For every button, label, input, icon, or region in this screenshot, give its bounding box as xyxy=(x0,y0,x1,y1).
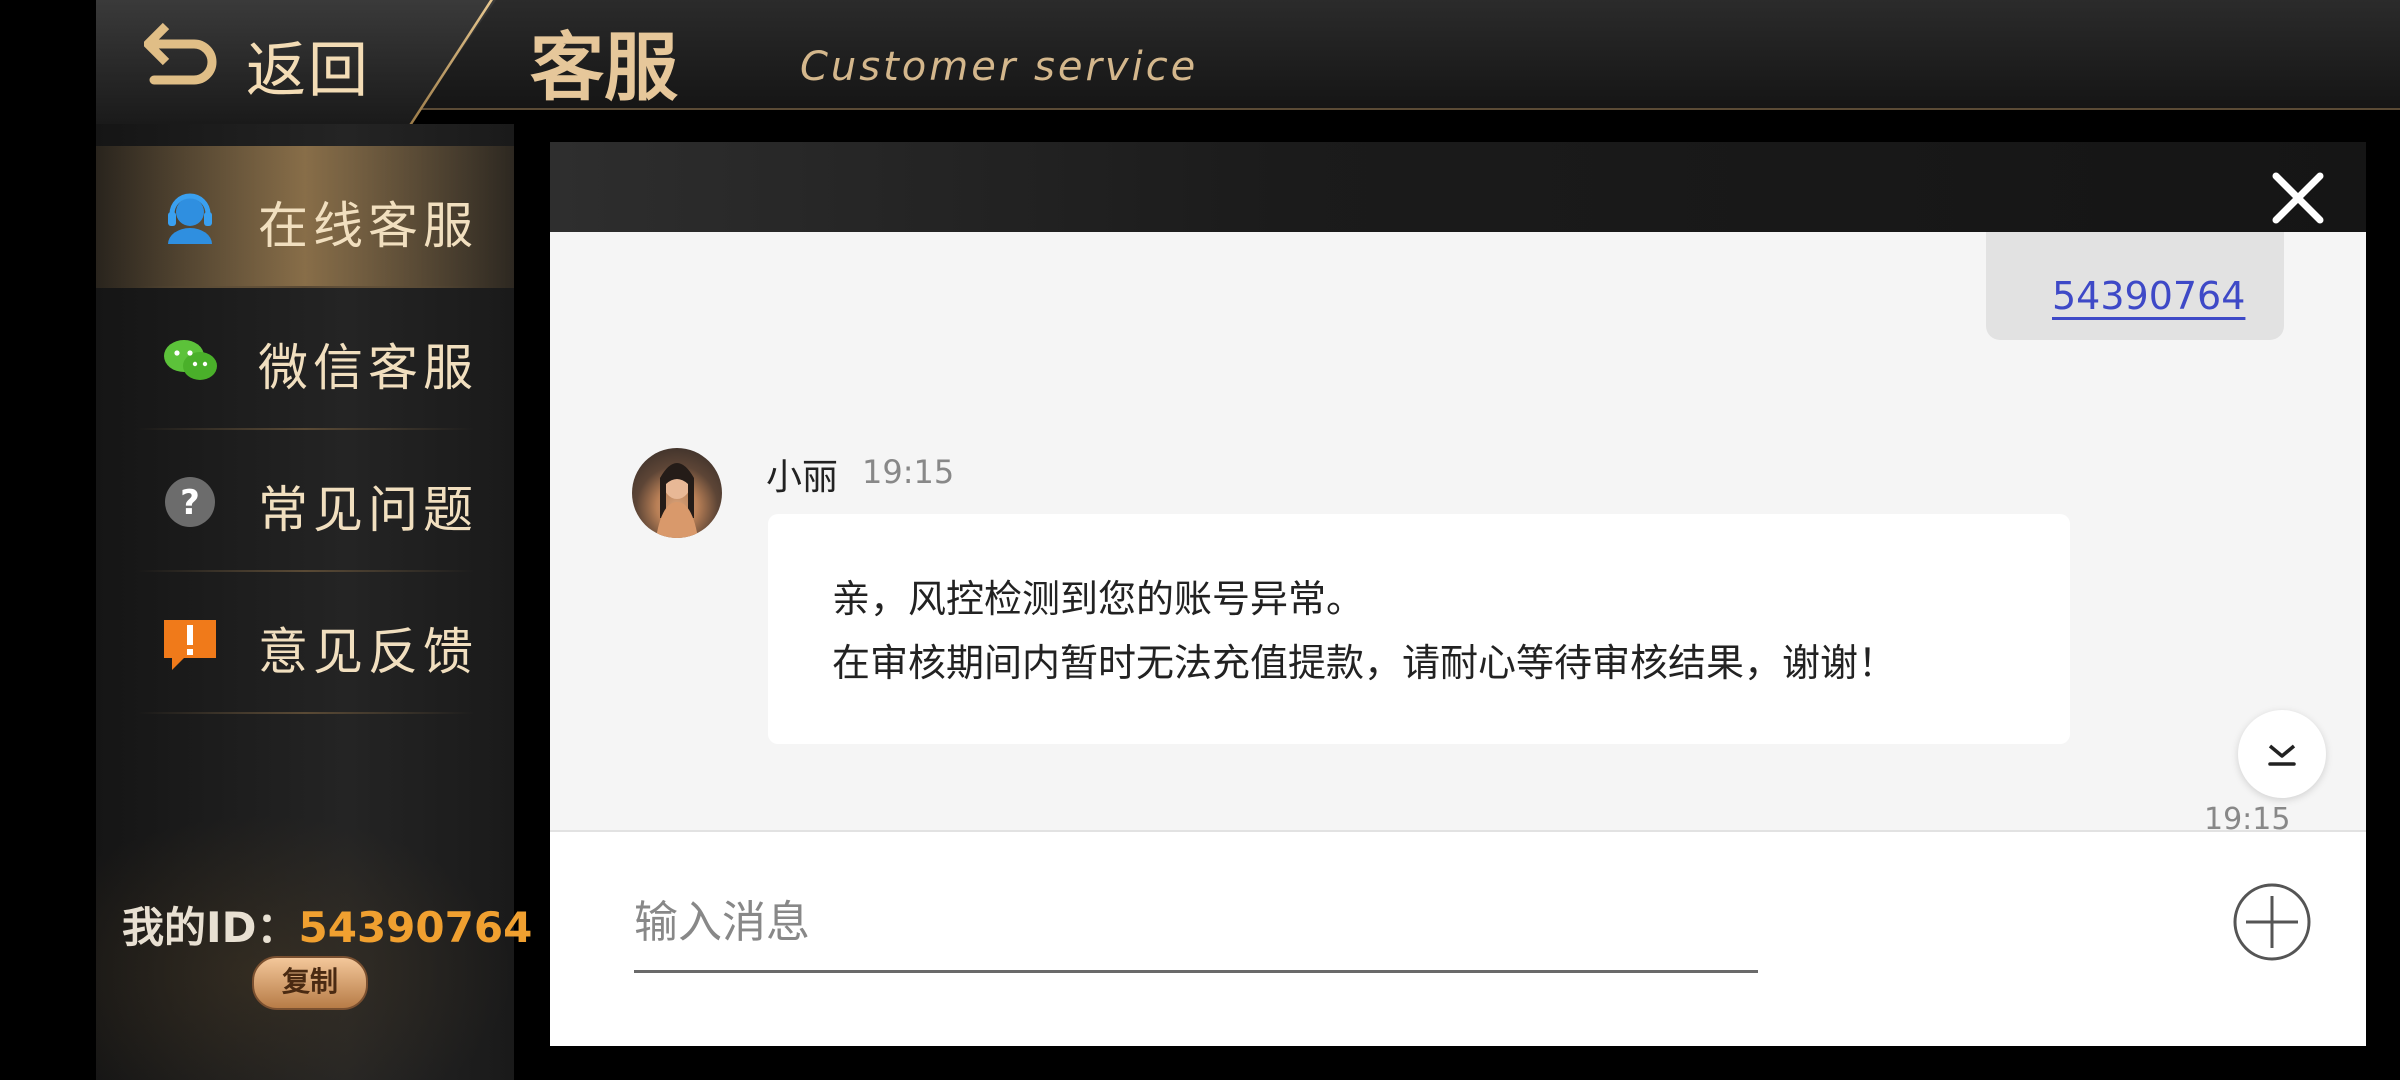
sidebar-item-label: 意见反馈 xyxy=(258,623,478,681)
plus-icon[interactable] xyxy=(2232,882,2312,962)
feedback-icon xyxy=(164,620,216,670)
close-icon[interactable] xyxy=(2270,170,2326,226)
composer xyxy=(550,830,2366,1046)
copy-button[interactable]: 复制 xyxy=(252,956,368,1010)
back-arrow-icon xyxy=(144,22,217,85)
back-button[interactable]: 返回 xyxy=(96,0,496,127)
back-label: 返回 xyxy=(246,36,370,106)
sidebar-item-label: 常见问题 xyxy=(258,481,478,539)
sidebar: 在线客服 微信客服 ? 常见问题 意见反馈 我的ID：54390764 复制 xyxy=(96,124,532,1080)
sidebar-item-online-service[interactable]: 在线客服 xyxy=(96,146,514,288)
sidebar-item-feedback[interactable]: 意见反馈 xyxy=(96,572,514,714)
incoming-message: 亲，风控检测到您的账号异常。 在审核期间内暂时无法充值提款，请耐心等待审核结果，… xyxy=(768,514,2070,744)
my-id: 我的ID：54390764 xyxy=(122,894,532,955)
message-text-line: 亲，风控检测到您的账号异常。 xyxy=(832,577,1365,621)
message-text-line: 在审核期间内暂时无法充值提款，请耐心等待审核结果，谢谢！ xyxy=(832,641,1897,685)
outgoing-message: 54390764 xyxy=(1986,232,2284,340)
headset-icon xyxy=(168,193,212,244)
chevron-down-icon xyxy=(2268,744,2296,766)
message-link[interactable]: 54390764 xyxy=(2052,274,2245,318)
my-id-value: 54390764 xyxy=(298,903,533,952)
my-id-label: 我的ID： xyxy=(122,903,299,952)
message-input[interactable] xyxy=(634,882,1758,973)
sender-name: 小丽 xyxy=(766,457,839,498)
chat-header xyxy=(550,142,2366,232)
sidebar-item-wechat-service[interactable]: 微信客服 xyxy=(96,288,514,430)
scroll-to-bottom-button[interactable] xyxy=(2238,710,2326,798)
avatar[interactable] xyxy=(632,448,722,538)
sidebar-item-label: 在线客服 xyxy=(258,197,478,255)
wechat-icon xyxy=(164,340,217,380)
question-icon: ? xyxy=(165,477,215,527)
sidebar-item-faq[interactable]: ? 常见问题 xyxy=(96,430,514,572)
chat-panel: 54390764 小丽 19:15 亲，风控检测到您的账号异常。 在审核期间内暂… xyxy=(550,142,2366,1046)
page-subtitle: Customer service xyxy=(800,44,1199,90)
svg-text:?: ? xyxy=(180,483,200,523)
message-timestamp: 19:15 xyxy=(862,453,955,491)
divider xyxy=(136,712,474,714)
page-title: 客服 xyxy=(530,25,678,111)
top-bar: 返回 客服 Customer service xyxy=(96,0,2400,127)
message-timestamp: 19:15 xyxy=(2204,802,2291,830)
sidebar-item-label: 微信客服 xyxy=(258,339,478,397)
avatar-image xyxy=(656,463,698,538)
